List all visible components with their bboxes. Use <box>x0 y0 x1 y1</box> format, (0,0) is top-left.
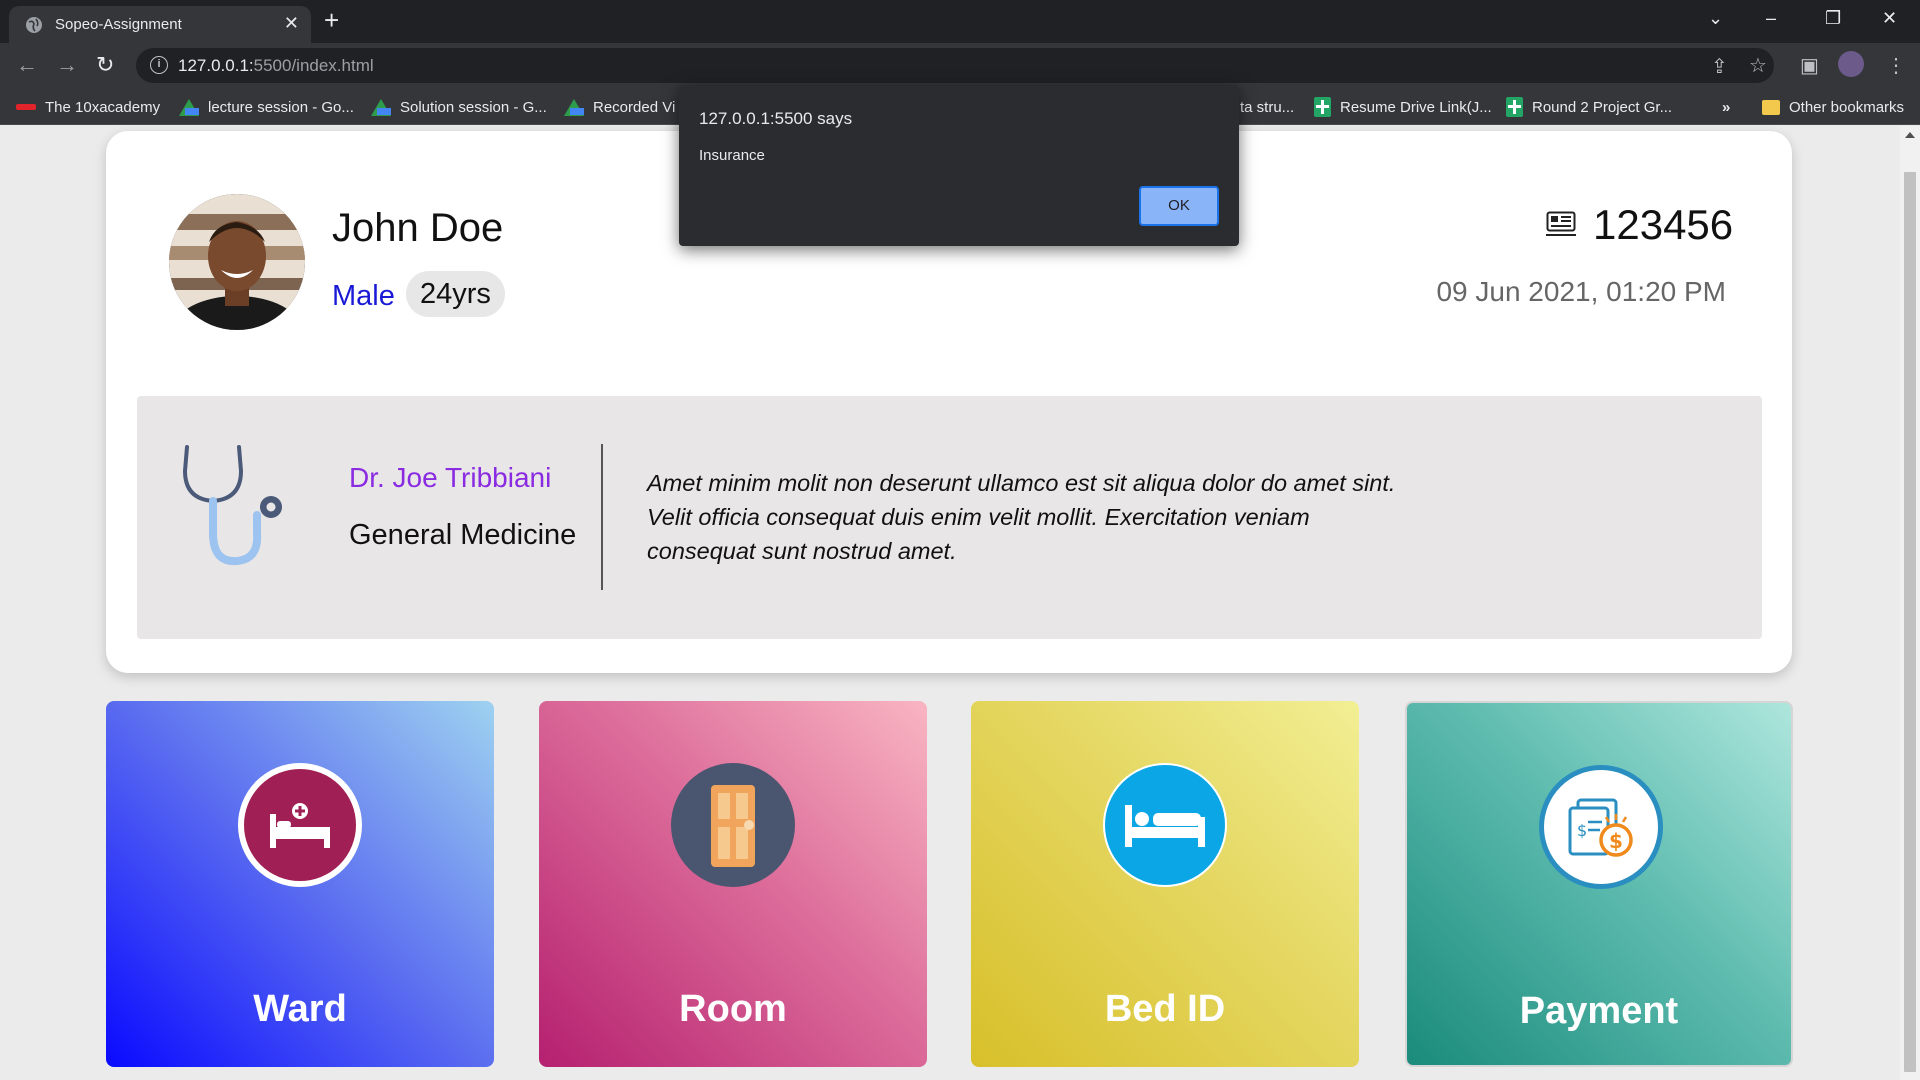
hospital-bed-icon <box>238 763 362 887</box>
patient-name: John Doe <box>332 206 504 250</box>
google-drive-icon <box>179 98 199 116</box>
dialog-title: 127.0.0.1:5500 says <box>699 109 853 128</box>
bookmark-label: The 10xacademy <box>45 98 161 116</box>
payment-tile[interactable]: $ $ Payment <box>1405 701 1793 1067</box>
bookmark-label: Resume Drive Link(J... <box>1340 98 1492 116</box>
other-bookmarks[interactable]: Other bookmarks <box>1762 96 1904 118</box>
site-info-icon[interactable]: i <box>150 56 168 74</box>
tab-title: Sopeo-Assignment <box>55 16 182 33</box>
bookmark-item[interactable]: The 10xacademy <box>16 96 160 118</box>
payment-label: Payment <box>1519 990 1679 1032</box>
side-panel-icon[interactable]: ▣ <box>1800 53 1819 78</box>
browser-toolbar: ← → ↻ i 127.0.0.1:5500/index.html ⇪ ☆ ▣ … <box>0 43 1920 88</box>
bed-icon <box>1103 763 1227 887</box>
patient-id: 123456 <box>1593 201 1734 248</box>
ward-tile[interactable]: Ward <box>106 701 494 1067</box>
folder-icon <box>1762 99 1780 115</box>
dialog-message: Insurance <box>699 147 765 164</box>
vertical-divider <box>601 444 603 590</box>
google-sheets-icon <box>1506 97 1523 117</box>
bookmark-item[interactable]: Solution session - G... <box>371 96 547 118</box>
avatar <box>169 194 305 330</box>
browser-tab[interactable]: Sopeo-Assignment ✕ <box>9 6 311 43</box>
profile-avatar[interactable] <box>1838 51 1864 77</box>
stethoscope-icon <box>182 445 282 566</box>
bookmark-label: lecture session - Go... <box>208 98 354 116</box>
share-icon[interactable]: ⇪ <box>1711 54 1728 79</box>
forward-icon[interactable]: → <box>56 52 78 78</box>
doctor-notes: Amet minim molit non deserunt ullamco es… <box>647 470 1396 564</box>
other-bookmarks-label: Other bookmarks <box>1789 98 1905 116</box>
browser-titlebar: Sopeo-Assignment ✕ + ⌄ – ❐ ✕ <box>0 0 1920 43</box>
10x-logo-icon <box>16 104 36 110</box>
bookmark-label: Solution session - G... <box>400 98 547 116</box>
bed-id-tile[interactable]: Bed ID <box>971 701 1359 1067</box>
restore-icon[interactable]: ❐ <box>1825 8 1841 29</box>
google-sheets-icon <box>1314 97 1331 117</box>
scroll-up-arrow-icon[interactable] <box>1905 132 1915 138</box>
page-scrollbar[interactable] <box>1900 126 1920 1080</box>
payment-icon: $ $ <box>1539 765 1663 889</box>
room-tile[interactable]: Room <box>539 701 927 1067</box>
scrollbar-thumb[interactable] <box>1904 172 1916 1072</box>
url-text[interactable]: 127.0.0.1:5500/index.html <box>178 56 374 76</box>
doctor-panel: Dr. Joe Tribbiani General Medicine Amet … <box>137 396 1762 639</box>
id-card-icon <box>1546 211 1576 236</box>
menu-kebab-icon[interactable]: ⋮ <box>1886 53 1906 78</box>
close-tab-icon[interactable]: ✕ <box>284 13 299 34</box>
reload-icon[interactable]: ↻ <box>96 52 114 78</box>
room-label: Room <box>679 988 787 1030</box>
url-host: 127.0.0.1: <box>178 56 254 75</box>
close-window-icon[interactable]: ✕ <box>1882 8 1897 29</box>
bookmark-star-icon[interactable]: ☆ <box>1749 53 1767 78</box>
alert-dialog: 127.0.0.1:5500 says Insurance OK <box>679 85 1239 246</box>
bookmark-item[interactable]: Recorded Vi <box>564 96 675 118</box>
new-tab-icon[interactable]: + <box>324 5 339 36</box>
bookmark-item[interactable]: ta stru... <box>1240 96 1294 118</box>
doctor-department: General Medicine <box>349 519 577 551</box>
visit-timestamp: 09 Jun 2021, 01:20 PM <box>1436 276 1726 307</box>
bookmarks-overflow-button[interactable]: » <box>1722 96 1730 118</box>
ok-button[interactable]: OK <box>1139 186 1219 226</box>
google-drive-icon <box>371 98 391 116</box>
bookmark-label: Recorded Vi <box>593 98 676 116</box>
ward-label: Ward <box>253 988 347 1030</box>
bookmark-item[interactable]: Round 2 Project Gr... <box>1506 96 1672 118</box>
minimize-icon[interactable]: – <box>1766 8 1776 29</box>
address-bar[interactable]: i 127.0.0.1:5500/index.html ⇪ ☆ <box>136 48 1774 83</box>
bookmark-label: Round 2 Project Gr... <box>1532 98 1673 116</box>
url-path: 5500/index.html <box>253 56 374 75</box>
svg-text:$: $ <box>1577 821 1587 840</box>
bookmark-item[interactable]: Resume Drive Link(J... <box>1314 96 1492 118</box>
patient-gender: Male <box>332 280 395 312</box>
bed-id-label: Bed ID <box>1104 988 1226 1030</box>
bookmark-item[interactable]: lecture session - Go... <box>179 96 354 118</box>
age-badge: 24yrs <box>406 271 505 317</box>
door-icon <box>671 763 795 887</box>
bookmark-label: ta stru... <box>1240 98 1295 116</box>
tab-search-icon[interactable]: ⌄ <box>1708 8 1723 29</box>
google-drive-icon <box>564 98 584 116</box>
globe-icon <box>26 17 42 33</box>
back-icon[interactable]: ← <box>16 52 38 78</box>
page-viewport: John Doe Male 24yrs 123456 09 Jun 2021, … <box>0 126 1900 1080</box>
doctor-name: Dr. Joe Tribbiani <box>349 462 552 493</box>
svg-text:$: $ <box>1609 829 1623 853</box>
